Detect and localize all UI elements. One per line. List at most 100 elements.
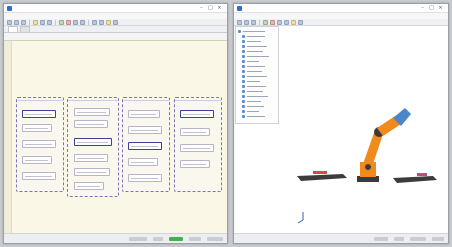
debug-icon[interactable] (80, 19, 85, 25)
left-titlebar: – □ × (4, 4, 227, 13)
left-table-part (313, 171, 327, 174)
fit-view-icon[interactable] (298, 19, 303, 25)
toolbar-divider (55, 19, 56, 25)
play-icon[interactable] (263, 19, 268, 25)
block-header (68, 98, 118, 101)
block-node[interactable] (128, 126, 162, 134)
tab-secondary[interactable] (20, 26, 30, 32)
maximize-icon[interactable]: □ (427, 4, 436, 13)
block-node[interactable] (128, 110, 160, 118)
zoom-icon[interactable] (291, 19, 296, 25)
settings-icon[interactable] (106, 19, 111, 25)
zoom-out-icon[interactable] (99, 19, 104, 25)
node-icon (242, 110, 245, 113)
close-icon[interactable]: × (436, 4, 445, 13)
status-field (374, 236, 388, 241)
zoom-in-icon[interactable] (92, 19, 97, 25)
run-icon[interactable] (59, 19, 64, 25)
block-node[interactable] (128, 174, 162, 182)
block-node[interactable] (74, 182, 104, 190)
status-field (207, 236, 223, 241)
minimize-icon[interactable]: – (197, 4, 206, 13)
tree-item[interactable] (238, 114, 276, 119)
node-icon (242, 115, 245, 118)
block-node[interactable] (22, 124, 52, 132)
program-block[interactable] (122, 97, 170, 192)
status-progress-indicator (169, 236, 183, 241)
node-icon (242, 75, 245, 78)
stop-icon[interactable] (66, 19, 71, 25)
maximize-icon[interactable]: □ (206, 4, 215, 13)
paste-icon[interactable] (47, 19, 52, 25)
rotate-view-icon[interactable] (277, 19, 282, 25)
minimize-icon[interactable]: – (418, 4, 427, 13)
3d-viewport[interactable] (235, 26, 448, 235)
right-titlebar: – □ × (234, 4, 448, 13)
left-toolbar (4, 19, 227, 26)
status-field (189, 236, 201, 241)
status-field (129, 236, 147, 241)
node-icon (242, 65, 245, 68)
block-node[interactable] (22, 172, 56, 180)
block-header (17, 98, 63, 101)
block-node[interactable] (180, 144, 214, 152)
step-icon[interactable] (73, 19, 78, 25)
node-icon (242, 40, 245, 43)
block-node[interactable] (74, 168, 110, 176)
block-node[interactable] (74, 154, 108, 162)
status-field (432, 236, 444, 241)
block-node[interactable] (22, 110, 56, 118)
new-file-icon[interactable] (7, 19, 12, 25)
block-header (175, 98, 221, 101)
help-icon[interactable] (113, 19, 118, 25)
program-block[interactable] (174, 97, 222, 192)
status-field (410, 236, 426, 241)
node-icon (242, 70, 245, 73)
block-editor-window[interactable]: – □ × (3, 3, 228, 244)
block-node[interactable] (22, 156, 52, 164)
block-node[interactable] (180, 128, 210, 136)
stop-icon[interactable] (270, 19, 275, 25)
cut-icon[interactable] (33, 19, 38, 25)
open-folder-icon[interactable] (244, 19, 249, 25)
save-icon[interactable] (251, 19, 256, 25)
block-node[interactable] (74, 138, 112, 146)
program-block[interactable] (67, 97, 119, 197)
diagram-canvas[interactable] (4, 40, 227, 233)
pan-view-icon[interactable] (284, 19, 289, 25)
left-tab-row (4, 26, 227, 33)
block-node[interactable] (128, 158, 158, 166)
new-file-icon[interactable] (237, 19, 242, 25)
node-icon (242, 80, 245, 83)
line-gutter (4, 41, 12, 233)
copy-icon[interactable] (40, 19, 45, 25)
block-node[interactable] (74, 108, 110, 116)
open-folder-icon[interactable] (14, 19, 19, 25)
save-icon[interactable] (21, 19, 26, 25)
tab-main[interactable] (8, 26, 18, 32)
block-node[interactable] (180, 110, 214, 118)
axis-x-indicator (297, 219, 304, 224)
scene-tree-panel[interactable] (235, 26, 279, 124)
status-field (153, 236, 163, 241)
node-icon (242, 105, 245, 108)
node-icon (242, 85, 245, 88)
left-table (297, 174, 347, 181)
folder-icon (238, 30, 241, 33)
node-icon (242, 95, 245, 98)
robot-simulator-window[interactable]: – □ × (233, 3, 449, 244)
block-node[interactable] (128, 142, 162, 150)
block-node[interactable] (74, 120, 108, 128)
app-icon (7, 5, 12, 11)
program-block[interactable] (16, 97, 64, 192)
node-icon (242, 50, 245, 53)
block-header (123, 98, 169, 101)
block-node[interactable] (180, 160, 210, 168)
right-toolbar (234, 19, 448, 26)
toolbar-divider (88, 19, 89, 25)
toolbar-divider (259, 19, 260, 25)
node-icon (242, 100, 245, 103)
block-node[interactable] (22, 140, 56, 148)
close-icon[interactable]: × (215, 4, 224, 13)
node-icon (242, 45, 245, 48)
